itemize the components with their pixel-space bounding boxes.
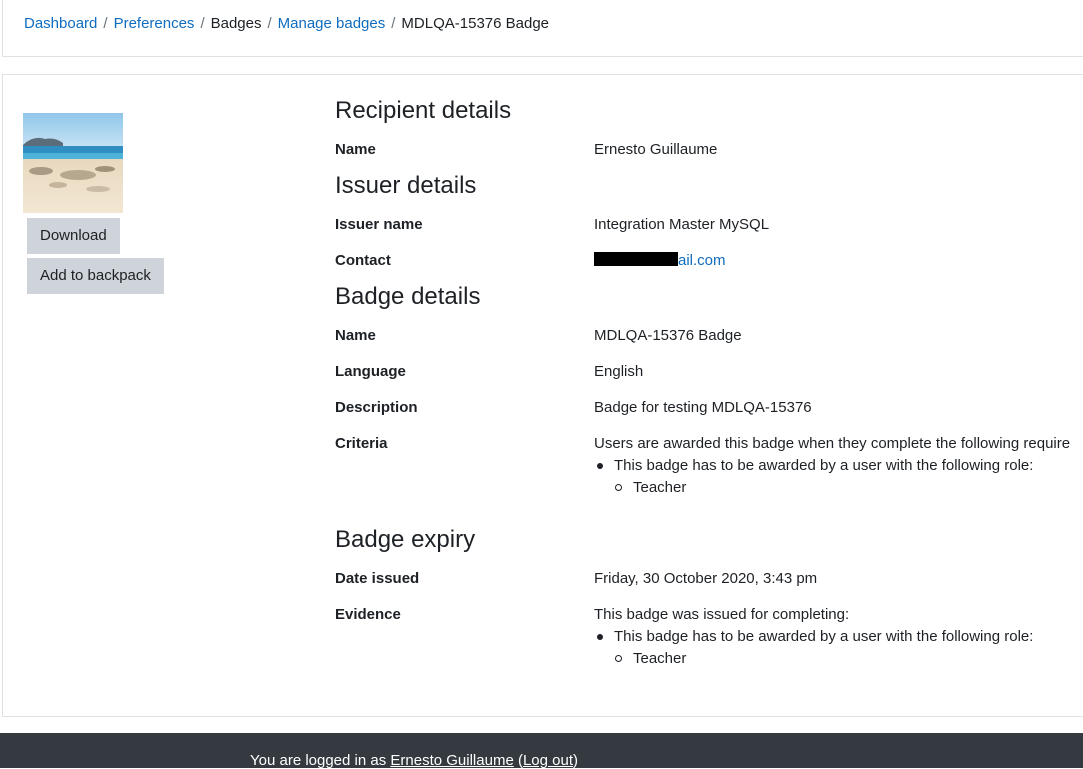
contact-value: ail.com	[594, 252, 726, 269]
list-bullet	[597, 463, 603, 469]
list-bullet-circle	[615, 484, 622, 491]
breadcrumb-bar: Dashboard / Preferences / Badges / Manage badg…	[2, 0, 1083, 57]
date-issued-label: Date issued	[335, 570, 420, 587]
badge-expiry-heading: Badge expiry	[335, 526, 476, 553]
issuer-details-heading: Issuer details	[335, 172, 477, 199]
evidence-item: This badge has to be awarded by a user w…	[614, 628, 1034, 645]
recipient-details-heading: Recipient details	[335, 97, 512, 124]
logout-link[interactable]: Log out	[523, 752, 573, 769]
contact-label: Contact	[335, 252, 391, 269]
criteria-label: Criteria	[335, 435, 388, 452]
description-value: Badge for testing MDLQA-15376	[594, 399, 812, 416]
breadcrumb-preferences[interactable]: Preferences	[114, 15, 195, 32]
issuer-name-value: Integration Master MySQL	[594, 216, 770, 233]
list-bullet-circle	[615, 655, 622, 662]
breadcrumb-badges: Badges	[210, 15, 262, 32]
recipient-name-label: Name	[335, 141, 376, 158]
download-button[interactable]: Download	[27, 218, 120, 254]
logout-open-paren: (	[513, 752, 523, 769]
badge-content-card	[2, 74, 1083, 717]
date-issued-value: Friday, 30 October 2020, 3:43 pm	[594, 570, 818, 587]
breadcrumb: Dashboard / Preferences / Badges / Manage badg…	[24, 15, 549, 32]
badge-details-heading: Badge details	[335, 283, 481, 310]
breadcrumb-separator: /	[267, 15, 272, 32]
list-bullet	[597, 634, 603, 640]
contact-email-link[interactable]: ail.com	[678, 252, 726, 269]
description-label: Description	[335, 399, 418, 416]
page-footer: You are logged in as Ernesto Guillaume (…	[0, 733, 1083, 769]
redaction-bar	[594, 252, 678, 266]
evidence-subitem: Teacher	[633, 650, 687, 667]
beach-image-icon	[23, 113, 123, 213]
breadcrumb-current: MDLQA-15376 Badge	[401, 15, 550, 32]
breadcrumb-manage-badges[interactable]: Manage badges	[278, 15, 386, 32]
evidence-label: Evidence	[335, 606, 401, 623]
recipient-name-value: Ernesto Guillaume	[594, 141, 718, 158]
evidence-intro: This badge was issued for completing:	[594, 606, 850, 623]
logout-close-paren: )	[573, 752, 579, 769]
login-info: You are logged in as Ernesto Guillaume (…	[250, 752, 578, 769]
add-to-backpack-button[interactable]: Add to backpack	[27, 258, 164, 294]
user-profile-link[interactable]: Ernesto Guillaume	[390, 752, 513, 769]
criteria-intro: Users are awarded this badge when they c…	[594, 435, 1071, 452]
breadcrumb-dashboard[interactable]: Dashboard	[24, 15, 97, 32]
language-value: English	[594, 363, 644, 380]
badge-name-value: MDLQA-15376 Badge	[594, 327, 742, 344]
breadcrumb-separator: /	[391, 15, 396, 32]
criteria-item: This badge has to be awarded by a user w…	[614, 457, 1034, 474]
badge-name-label: Name	[335, 327, 376, 344]
criteria-subitem: Teacher	[633, 479, 687, 496]
logged-in-prefix: You are logged in as	[250, 752, 391, 769]
issuer-name-label: Issuer name	[335, 216, 423, 233]
badge-image	[23, 113, 123, 213]
breadcrumb-separator: /	[200, 15, 205, 32]
breadcrumb-separator: /	[103, 15, 108, 32]
language-label: Language	[335, 363, 406, 380]
